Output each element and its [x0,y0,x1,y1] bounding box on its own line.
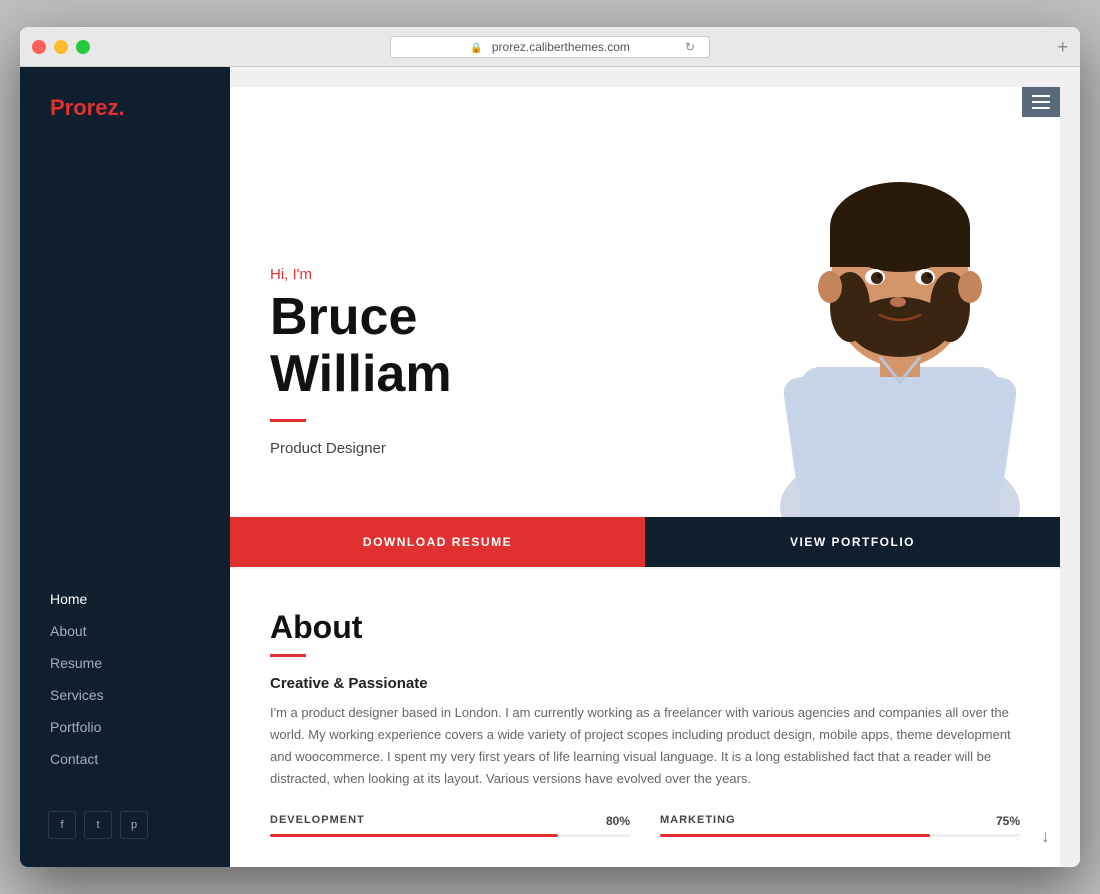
person-illustration [740,87,1060,517]
hero-image [740,87,1060,517]
url-text: prorez.caliberthemes.com [492,40,630,54]
hero-greeting: Hi, I'm [270,266,700,283]
nav-item-contact[interactable]: Contact [20,743,230,775]
skill-marketing-percent: 75% [996,814,1020,828]
about-section: About Creative & Passionate I'm a produc… [230,569,1060,867]
nav-item-services[interactable]: Services [20,679,230,711]
hamburger-line-3 [1032,107,1050,109]
close-button[interactable] [32,40,46,54]
skill-development-percent: 80% [606,814,630,828]
app-body: Prorez. Home About Resume Services Portf… [20,67,1080,867]
social-links: f t p [20,795,230,867]
hamburger-line-2 [1032,101,1050,103]
nav-item-about[interactable]: About [20,615,230,647]
pinterest-icon: p [131,819,137,831]
pinterest-link[interactable]: p [120,811,148,839]
skill-marketing-header: MARKETING 75% [660,814,1020,828]
add-tab-button[interactable]: + [1057,38,1068,56]
mac-window: 🔒 prorez.caliberthemes.com ↻ + Prorez. H… [20,27,1080,867]
about-divider [270,654,306,657]
skill-marketing-bar-bg [660,834,1020,837]
skill-development-header: DEVELOPMENT 80% [270,814,630,828]
main-content: Hi, I'm Bruce William Product Designer [230,67,1080,867]
skill-development-bar-bg [270,834,630,837]
twitter-icon: t [96,819,99,831]
sidebar: Prorez. Home About Resume Services Portf… [20,67,230,867]
sidebar-nav: Home About Resume Services Portfolio Con… [20,583,230,795]
skill-development: DEVELOPMENT 80% [270,814,630,837]
skill-marketing: MARKETING 75% [660,814,1020,837]
titlebar: 🔒 prorez.caliberthemes.com ↻ + [20,27,1080,67]
sidebar-spacer [20,145,230,583]
skill-development-label: DEVELOPMENT [270,814,365,828]
view-portfolio-button[interactable]: VIEW PORTFOLIO [645,517,1060,567]
nav-item-resume[interactable]: Resume [20,647,230,679]
skill-marketing-label: MARKETING [660,814,736,828]
skills-row: DEVELOPMENT 80% MARKETING 75% [270,814,1020,837]
hero-divider [270,419,306,422]
url-bar[interactable]: 🔒 prorez.caliberthemes.com [390,36,710,58]
about-body: I'm a product designer based in London. … [270,702,1020,790]
nav-item-home[interactable]: Home [20,583,230,615]
window-controls [32,40,90,54]
hero-name: Bruce William [270,289,700,403]
cta-bar: DOWNLOAD RESUME VIEW PORTFOLIO [230,517,1060,567]
hamburger-button[interactable] [1022,87,1060,117]
facebook-link[interactable]: f [48,811,76,839]
facebook-icon: f [60,819,63,831]
hero-text: Hi, I'm Bruce William Product Designer [230,226,740,517]
refresh-icon[interactable]: ↻ [685,40,695,54]
scroll-down-arrow[interactable]: ↓ [1041,826,1050,847]
minimize-button[interactable] [54,40,68,54]
hero-name-line2: William [270,345,452,403]
twitter-link[interactable]: t [84,811,112,839]
hamburger-line-1 [1032,95,1050,97]
download-resume-button[interactable]: DOWNLOAD RESUME [230,517,645,567]
hero-job-title: Product Designer [270,440,700,457]
logo-text: Prorez [50,95,118,120]
logo-dot: . [118,95,124,120]
nav-item-portfolio[interactable]: Portfolio [20,711,230,743]
hero-section: Hi, I'm Bruce William Product Designer [230,87,1060,517]
maximize-button[interactable] [76,40,90,54]
hero-name-line1: Bruce [270,288,417,346]
skill-marketing-bar-fill [660,834,930,837]
about-title: About [270,609,1020,646]
lock-icon: 🔒 [470,43,482,54]
logo: Prorez. [20,67,230,145]
skill-development-bar-fill [270,834,558,837]
about-subtitle: Creative & Passionate [270,675,1020,692]
